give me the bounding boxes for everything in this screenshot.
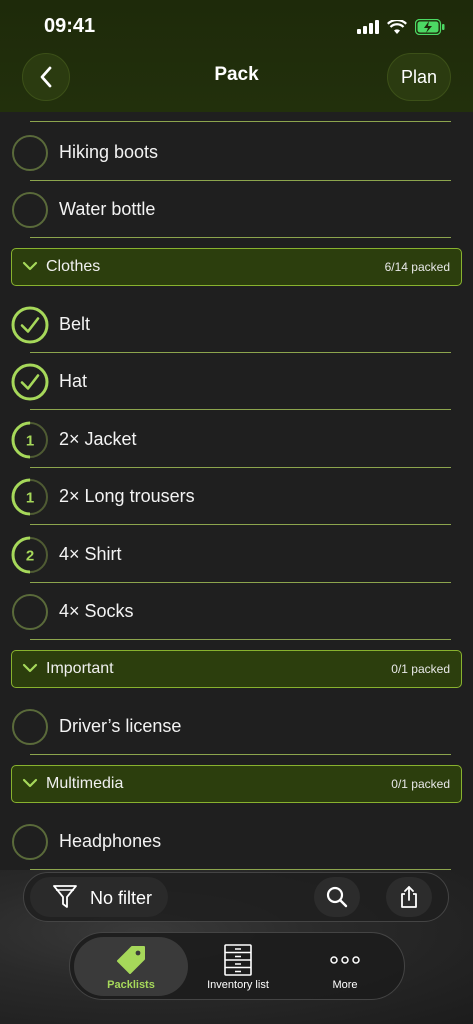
- funnel-icon: [53, 885, 77, 908]
- section-header-clothes[interactable]: Clothes 6/14 packed: [11, 248, 462, 286]
- top-bar: 09:41 Pack Plan: [0, 0, 473, 112]
- section-title: Multimedia: [46, 775, 124, 792]
- item-label: Belt: [59, 314, 91, 334]
- item-check-circle[interactable]: 1: [11, 478, 49, 516]
- share-button[interactable]: [386, 877, 432, 917]
- tab-packlists[interactable]: Packlists: [74, 937, 188, 996]
- item-check-circle[interactable]: [11, 306, 49, 344]
- list-item[interactable]: Water bottle: [0, 181, 473, 238]
- search-icon: [326, 886, 348, 908]
- list-item[interactable]: Belt: [0, 296, 473, 353]
- list-item[interactable]: Hat: [0, 353, 473, 410]
- chevron-down-icon: [22, 663, 38, 673]
- packed-count: 1: [26, 490, 34, 507]
- packed-count: 2: [26, 548, 34, 565]
- plan-button[interactable]: Plan: [387, 53, 451, 101]
- item-check-circle[interactable]: 2: [11, 536, 49, 574]
- drawers-icon: [224, 944, 252, 976]
- list-item[interactable]: Hiking boots: [0, 124, 473, 181]
- item-label: 4× Socks: [59, 601, 134, 621]
- list-item[interactable]: Headphones: [0, 813, 473, 870]
- section-header-multimedia[interactable]: Multimedia 0/1 packed: [11, 765, 462, 803]
- list-item[interactable]: 1 2× Long trousers: [0, 468, 473, 525]
- filter-bar: No filter: [23, 872, 449, 922]
- packed-count: 1: [26, 433, 34, 450]
- tab-inventory-list[interactable]: Inventory list: [181, 937, 295, 996]
- section-header-important[interactable]: Important 0/1 packed: [11, 650, 462, 688]
- share-icon: [401, 886, 417, 908]
- item-check-circle[interactable]: [11, 134, 49, 172]
- row-divider: [30, 237, 451, 238]
- list-item[interactable]: Driver’s license: [0, 698, 473, 755]
- pack-list: Hiking boots Water bottle Clothes 6/14 p…: [0, 112, 473, 872]
- row-divider: [30, 409, 451, 410]
- section-count: 6/14 packed: [384, 260, 450, 274]
- item-label: Hiking boots: [59, 142, 159, 162]
- item-check-circle[interactable]: [11, 593, 49, 631]
- list-item[interactable]: 1 2× Jacket: [0, 411, 473, 468]
- item-label: 4× Shirt: [59, 544, 122, 564]
- item-check-circle[interactable]: [11, 708, 49, 746]
- wifi-icon: [387, 19, 407, 34]
- section-title: Important: [46, 660, 114, 677]
- list-item[interactable]: 4× Socks: [0, 583, 473, 640]
- item-check-circle[interactable]: [11, 363, 49, 401]
- item-label: Water bottle: [59, 199, 156, 219]
- status-icons: [357, 17, 445, 37]
- tag-icon: [117, 946, 145, 974]
- checkmark-icon: [20, 317, 40, 333]
- status-time: 09:41: [44, 15, 96, 37]
- filter-button[interactable]: No filter: [30, 877, 168, 917]
- row-divider: [30, 754, 451, 755]
- ellipsis-icon: [330, 956, 360, 964]
- chevron-down-icon: [22, 778, 38, 788]
- list-item[interactable]: 2 4× Shirt: [0, 526, 473, 583]
- tab-more[interactable]: More: [288, 937, 402, 996]
- row-divider: [30, 121, 451, 122]
- item-label: Hat: [59, 371, 88, 391]
- section-count: 0/1 packed: [391, 777, 450, 791]
- filter-label: No filter: [90, 888, 153, 908]
- item-label: Headphones: [59, 831, 162, 851]
- section-count: 0/1 packed: [391, 662, 450, 676]
- item-label: Driver’s license: [59, 716, 182, 736]
- tab-label: Inventory list: [207, 979, 269, 991]
- item-check-circle[interactable]: 1: [11, 421, 49, 459]
- item-label: 2× Jacket: [59, 429, 137, 449]
- tab-bar: Packlists Inventory list More: [69, 932, 405, 1000]
- item-check-circle[interactable]: [11, 191, 49, 229]
- section-title: Clothes: [46, 258, 101, 275]
- item-label: 2× Long trousers: [59, 486, 195, 506]
- row-divider: [30, 524, 451, 525]
- search-button[interactable]: [314, 877, 360, 917]
- signal-icon: [357, 20, 379, 34]
- checkmark-icon: [20, 374, 40, 390]
- item-check-circle[interactable]: [11, 823, 49, 861]
- tab-label: Packlists: [107, 979, 155, 991]
- battery-charging-icon: [415, 19, 445, 35]
- row-divider: [30, 639, 451, 640]
- chevron-down-icon: [22, 261, 38, 271]
- tab-label: More: [332, 979, 358, 991]
